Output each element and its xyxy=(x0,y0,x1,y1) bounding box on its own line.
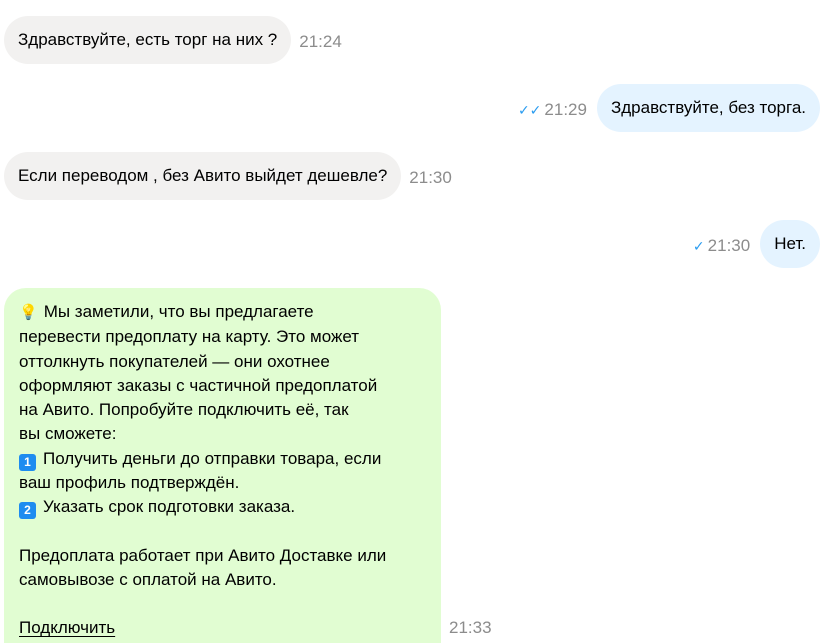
notice-line: на Авито. Попробуйте подключить её, так xyxy=(19,400,349,420)
lightbulb-icon: 💡 xyxy=(19,304,38,321)
message-outgoing: ✓✓ 21:29 Здравствуйте, без торга. xyxy=(518,84,820,132)
message-outgoing: ✓ 21:30 Нет. xyxy=(693,220,820,268)
message-time: ✓ 21:30 xyxy=(693,236,750,256)
single-check-icon: ✓ xyxy=(692,238,705,254)
message-bubble[interactable]: Здравствуйте, есть торг на них ? xyxy=(4,16,292,64)
message-time: 21:30 xyxy=(409,168,452,188)
notice-line: самовывозе с оплатой на Авито. xyxy=(19,569,277,589)
message-time-text: 21:30 xyxy=(409,168,452,187)
chat-thread: Здравствуйте, есть торг на них ? 21:24 ✓… xyxy=(0,0,828,643)
message-time-text: 21:24 xyxy=(299,32,342,51)
notice-list-item-1: 1 Получить деньги до отправки товара, есл… xyxy=(19,447,426,471)
notice-line: перевести предоплату на карту. Это может xyxy=(19,327,360,347)
notice-line: оттолкнуть покупателей — они охотнее xyxy=(19,351,330,371)
message-time: ✓✓ 21:29 xyxy=(518,100,587,120)
message-bubble[interactable]: Если переводом , без Авито выйдет дешевл… xyxy=(4,152,402,200)
system-notice-bubble: 💡 Мы заметили, что вы предлагаете перевес… xyxy=(4,288,441,643)
message-time-text: 21:29 xyxy=(544,100,587,119)
number-1-icon: 1 xyxy=(19,453,36,471)
notice-line: вы сможете: xyxy=(19,424,117,444)
message-incoming: Если переводом , без Авито выйдет дешевл… xyxy=(4,152,452,200)
notice-link-row: Подключить xyxy=(19,616,426,640)
connect-link[interactable]: Подключить xyxy=(19,618,115,637)
message-time: 21:24 xyxy=(299,32,342,52)
double-check-icon: ✓✓ xyxy=(517,102,542,118)
message-bubble[interactable]: Нет. xyxy=(760,220,820,268)
notice-line: 💡 Мы заметили, что вы предлагаете xyxy=(19,302,314,321)
notice-list-item-2: 2 Указать срок подготовки заказа. xyxy=(19,495,426,520)
message-time-text: 21:30 xyxy=(707,236,751,255)
message-bubble[interactable]: Здравствуйте, без торга. xyxy=(596,84,820,132)
notice-line: Предоплата работает при Авито Доставке и… xyxy=(19,545,387,565)
notice-line: ваш профиль подтверждён. xyxy=(19,473,240,493)
message-incoming: Здравствуйте, есть торг на них ? 21:24 xyxy=(4,16,342,64)
number-2-icon: 2 xyxy=(19,502,36,520)
message-time: 21:33 xyxy=(449,618,492,637)
notice-line: оформляют заказы с частичной предоплатой xyxy=(19,375,378,395)
